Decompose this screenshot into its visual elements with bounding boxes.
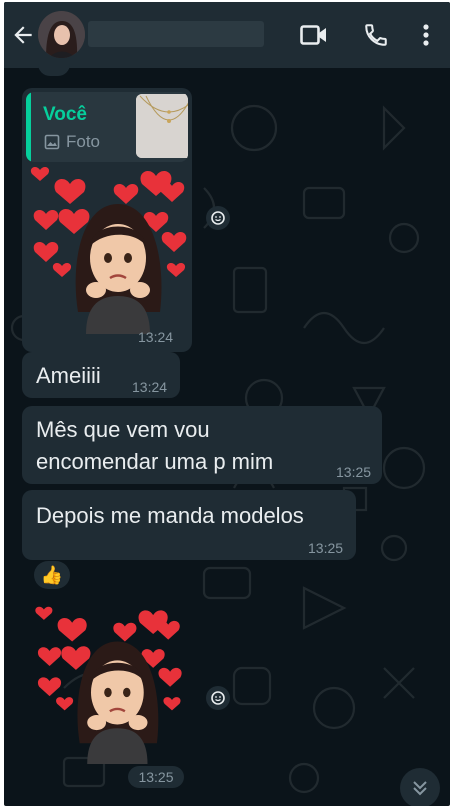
chat-screen: Você Foto 13:24 Ameiiii 13:24 Mês que ve… <box>4 2 450 806</box>
quote-thumbnail <box>136 94 188 158</box>
sticker-image <box>30 167 187 334</box>
quoted-message[interactable]: Você Foto <box>26 92 188 162</box>
avatar-photo <box>38 11 85 58</box>
contact-avatar[interactable] <box>38 11 85 58</box>
arrow-left-icon <box>14 26 32 44</box>
emoji-reaction-icon[interactable] <box>205 685 231 711</box>
message-time: 13:24 <box>138 329 174 345</box>
message-time: 13:25 <box>308 540 344 556</box>
video-call-button[interactable] <box>294 2 334 68</box>
video-call-icon <box>300 25 326 45</box>
more-options-button[interactable] <box>412 2 440 68</box>
message-text-line: encomendar uma p mim <box>36 449 274 474</box>
quote-author: Você <box>43 104 88 125</box>
message-text: Depois me manda modelos <box>36 503 304 528</box>
text-message[interactable]: Ameiiii 13:24 <box>22 352 180 398</box>
necklace-photo <box>136 94 188 158</box>
scroll-to-bottom-button[interactable] <box>400 768 440 806</box>
contact-name[interactable] <box>88 21 264 47</box>
message-text: Ameiiii <box>36 363 101 388</box>
voice-call-button[interactable] <box>356 2 396 68</box>
image-icon <box>44 134 60 150</box>
thumbs-up-icon: 👍 <box>40 564 64 585</box>
reaction-badge[interactable]: 👍 <box>34 561 70 589</box>
quote-accent-bar <box>26 92 31 162</box>
quote-type-label: Foto <box>66 132 101 151</box>
back-button[interactable] <box>6 2 40 68</box>
more-vert-icon <box>423 24 429 46</box>
sticker-time-pill: 13:25 <box>128 766 184 788</box>
sticker-image <box>35 606 182 764</box>
message-text-line: Mês que vem vou <box>36 417 210 442</box>
emoji-reaction-icon[interactable] <box>205 205 231 231</box>
message-time: 13:25 <box>336 464 372 480</box>
double-chevron-down-icon <box>413 781 427 796</box>
text-message[interactable]: Mês que vem vou encomendar uma p mim 13:… <box>22 406 382 484</box>
chat-header <box>4 2 450 68</box>
text-message[interactable]: Depois me manda modelos 13:25 <box>22 490 356 560</box>
phone-icon <box>365 24 387 46</box>
message-time: 13:24 <box>132 379 168 395</box>
